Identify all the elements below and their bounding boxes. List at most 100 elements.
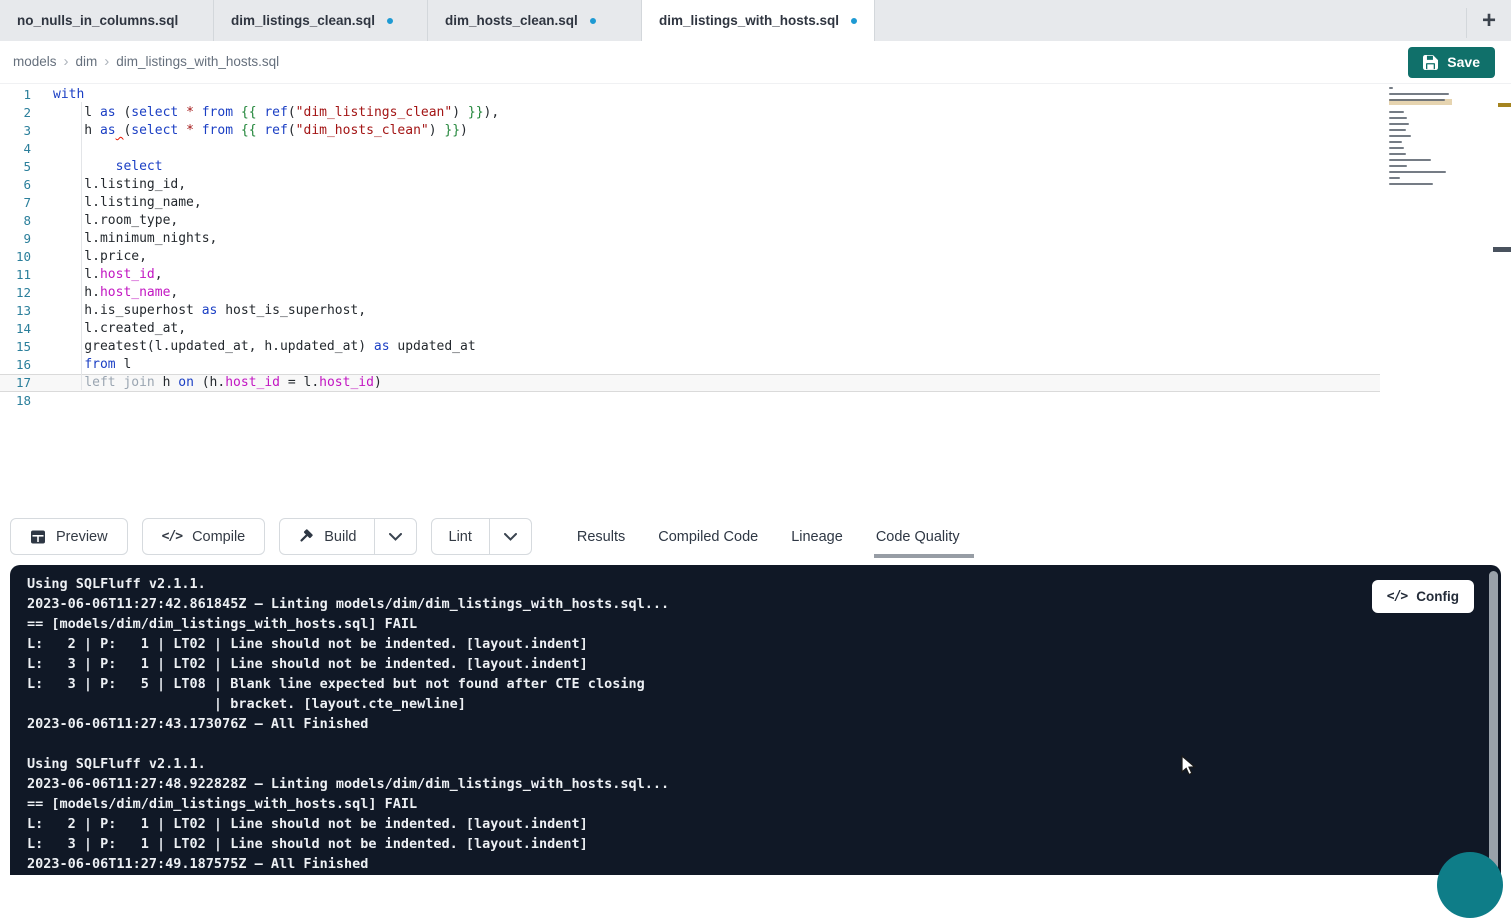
file-tab[interactable]: dim_listings_clean.sql	[214, 0, 428, 41]
compile-button[interactable]: </> Compile	[142, 518, 266, 555]
chevron-down-icon	[504, 533, 517, 541]
terminal-line: == [models/dim/dim_listings_with_hosts.s…	[27, 794, 1501, 814]
unsaved-changes-dot-icon	[851, 18, 857, 24]
code-line[interactable]: 16 from l	[0, 356, 1511, 374]
code-line-text: l.room_type,	[31, 212, 178, 230]
code-line[interactable]: 17 left join h on (h.host_id = l.host_id…	[0, 374, 1380, 392]
config-button[interactable]: </> Config	[1372, 580, 1474, 613]
minimap-line	[1389, 183, 1433, 185]
build-dropdown-button[interactable]	[375, 519, 416, 554]
terminal-scrollbar[interactable]	[1489, 571, 1498, 871]
breadcrumb-item[interactable]: dim	[76, 54, 98, 69]
code-line[interactable]: 15 greatest(l.updated_at, h.updated_at) …	[0, 338, 1511, 356]
code-line-text: l.listing_id,	[31, 176, 186, 194]
breadcrumb-chevron-icon: ›	[104, 53, 109, 70]
lint-button[interactable]: Lint	[432, 519, 489, 554]
code-editor[interactable]: 1with2 l as (select * from {{ ref("dim_l…	[0, 84, 1511, 508]
file-tab[interactable]: no_nulls_in_columns.sql	[0, 0, 214, 41]
panel-tab-code-quality[interactable]: Code Quality	[876, 508, 960, 565]
minimap[interactable]	[1389, 87, 1452, 201]
code-lines: 1with2 l as (select * from {{ ref("dim_l…	[0, 86, 1511, 410]
minimap-line	[1389, 165, 1407, 167]
code-line-text: l.listing_name,	[31, 194, 202, 212]
panel-tabs: Results Compiled Code Lineage Code Quality	[577, 508, 960, 565]
code-line-text: l as (select * from {{ ref("dim_listings…	[31, 104, 499, 122]
code-line-text: l.host_id,	[31, 266, 163, 284]
terminal-line: | bracket. [layout.cte_newline]	[27, 694, 1501, 714]
code-line[interactable]: 10 l.price,	[0, 248, 1511, 266]
line-number: 12	[0, 284, 31, 302]
breadcrumb-item[interactable]: models	[13, 54, 57, 69]
code-line[interactable]: 6 l.listing_id,	[0, 176, 1511, 194]
code-line[interactable]: 3 h as (select * from {{ ref("dim_hosts_…	[0, 122, 1511, 140]
breadcrumb-item[interactable]: dim_listings_with_hosts.sql	[116, 54, 279, 69]
lint-dropdown-button[interactable]	[490, 519, 531, 554]
minimap-line	[1389, 153, 1406, 155]
file-tab[interactable]: dim_listings_with_hosts.sql	[642, 0, 875, 41]
code-line[interactable]: 18	[0, 392, 1511, 410]
file-tab-label: dim_listings_with_hosts.sql	[659, 13, 839, 28]
help-bubble-button[interactable]	[1437, 852, 1503, 918]
code-brackets-icon: </>	[162, 529, 182, 544]
code-line[interactable]: 12 h.host_name,	[0, 284, 1511, 302]
code-line-text: l.minimum_nights,	[31, 230, 217, 248]
line-number: 16	[0, 356, 31, 374]
build-button-label: Build	[324, 529, 356, 545]
code-line[interactable]: 7 l.listing_name,	[0, 194, 1511, 212]
unsaved-changes-dot-icon	[590, 18, 596, 24]
code-line[interactable]: 2 l as (select * from {{ ref("dim_listin…	[0, 104, 1511, 122]
line-number: 5	[0, 158, 31, 176]
file-tabs: no_nulls_in_columns.sql dim_listings_clea…	[0, 0, 875, 41]
panel-tab-lineage[interactable]: Lineage	[791, 508, 843, 565]
panel-tab-compiled-code[interactable]: Compiled Code	[658, 508, 758, 565]
new-tab-button[interactable]: +	[1467, 0, 1511, 41]
save-button-label: Save	[1447, 54, 1480, 70]
terminal-line: == [models/dim/dim_listings_with_hosts.s…	[27, 614, 1501, 634]
code-line[interactable]: 4	[0, 140, 1511, 158]
lint-output-terminal[interactable]: Using SQLFluff v2.1.1. 2023-06-06T11:27:4…	[10, 565, 1501, 875]
line-number: 11	[0, 266, 31, 284]
minimap-line	[1389, 171, 1446, 173]
line-number: 8	[0, 212, 31, 230]
line-number: 13	[0, 302, 31, 320]
terminal-line: L: 3 | P: 1 | LT02 | Line should not be …	[27, 654, 1501, 674]
minimap-line	[1389, 159, 1431, 161]
code-line[interactable]: 14 l.created_at,	[0, 320, 1511, 338]
code-line[interactable]: 9 l.minimum_nights,	[0, 230, 1511, 248]
line-number: 1	[0, 86, 31, 104]
minimap-line	[1389, 93, 1449, 95]
file-tab[interactable]: dim_hosts_clean.sql	[428, 0, 642, 41]
terminal-line	[27, 734, 1501, 754]
code-line-text: select	[31, 158, 163, 176]
minimap-line	[1389, 87, 1393, 89]
code-line-text: l.created_at,	[31, 320, 186, 338]
lint-button-label: Lint	[449, 529, 472, 545]
code-line[interactable]: 8 l.room_type,	[0, 212, 1511, 230]
line-number: 6	[0, 176, 31, 194]
code-line[interactable]: 11 l.host_id,	[0, 266, 1511, 284]
code-line-text	[31, 392, 53, 410]
line-number: 10	[0, 248, 31, 266]
code-line[interactable]: 1with	[0, 86, 1511, 104]
line-number: 2	[0, 104, 31, 122]
preview-button-label: Preview	[56, 529, 108, 545]
build-button-group: Build	[279, 518, 416, 555]
terminal-line: 2023-06-06T11:27:43.173076Z — All Finish…	[27, 714, 1501, 734]
preview-button[interactable]: Preview	[10, 518, 128, 555]
file-tab-label: no_nulls_in_columns.sql	[17, 13, 178, 28]
build-button[interactable]: Build	[280, 519, 373, 554]
code-line[interactable]: 5 select	[0, 158, 1511, 176]
file-tab-label: dim_hosts_clean.sql	[445, 13, 578, 28]
terminal-line: L: 3 | P: 1 | LT02 | Line should not be …	[27, 834, 1501, 854]
panel-tab-results[interactable]: Results	[577, 508, 625, 565]
code-line-text: h.host_name,	[31, 284, 178, 302]
overview-ruler-info-mark	[1493, 247, 1511, 252]
hammer-icon	[297, 528, 314, 545]
terminal-line: L: 2 | P: 1 | LT02 | Line should not be …	[27, 814, 1501, 834]
minimap-line	[1389, 141, 1402, 143]
code-line-text: from l	[31, 356, 131, 374]
code-line[interactable]: 13 h.is_superhost as host_is_superhost,	[0, 302, 1511, 320]
line-number: 9	[0, 230, 31, 248]
terminal-line: Using SQLFluff v2.1.1.	[27, 574, 1501, 594]
save-button[interactable]: Save	[1408, 47, 1495, 78]
